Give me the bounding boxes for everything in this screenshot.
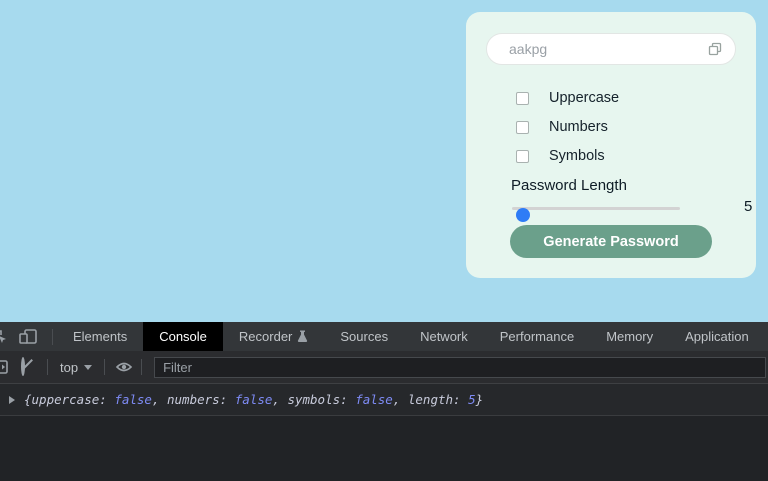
javascript-context-dropdown[interactable]: top [60, 360, 92, 375]
password-output-field[interactable] [486, 33, 736, 65]
option-row-symbols: Symbols [516, 148, 619, 164]
tab-elements[interactable]: Elements [57, 322, 143, 351]
tab-memory[interactable]: Memory [590, 322, 669, 351]
log-segment: , symbols: [272, 392, 355, 407]
slider-thumb[interactable] [516, 208, 530, 222]
password-length-slider-row: 5 [512, 200, 726, 216]
console-toolbar: top [0, 351, 768, 384]
console-filter-input[interactable] [154, 357, 766, 378]
tabbar-icons [0, 322, 48, 351]
numbers-checkbox[interactable] [516, 121, 529, 134]
log-segment: {uppercase: [24, 392, 114, 407]
log-segment: , numbers: [152, 392, 235, 407]
console-log-row: {uppercase: false, numbers: false, symbo… [0, 384, 768, 416]
copy-icon[interactable] [707, 41, 723, 57]
log-segment: 5 [468, 392, 476, 407]
tab-performance[interactable]: Performance [484, 322, 590, 351]
console-object-preview[interactable]: {uppercase: false, numbers: false, symbo… [24, 392, 483, 407]
log-segment: false [355, 392, 393, 407]
generate-password-button[interactable]: Generate Password [510, 225, 712, 258]
console-sidebar-icon[interactable] [0, 359, 9, 375]
option-row-uppercase: Uppercase [516, 90, 619, 106]
context-label: top [60, 360, 78, 375]
log-segment: } [476, 392, 484, 407]
tab-application[interactable]: Application [669, 322, 765, 351]
log-segment: false [235, 392, 273, 407]
tab-console-label: Console [159, 329, 207, 344]
expand-object-icon[interactable] [9, 396, 15, 404]
options-list: Uppercase Numbers Symbols [516, 90, 619, 177]
chevron-down-icon [84, 365, 92, 370]
tabbar-divider [52, 329, 53, 345]
inspect-element-icon[interactable] [0, 328, 10, 346]
uppercase-label: Uppercase [549, 90, 619, 106]
tab-network[interactable]: Network [404, 322, 484, 351]
slider-track[interactable] [512, 207, 680, 210]
tab-memory-label: Memory [606, 329, 653, 344]
device-toolbar-icon[interactable] [18, 328, 40, 346]
clear-console-icon[interactable] [21, 359, 37, 375]
flask-icon [297, 330, 308, 343]
uppercase-checkbox[interactable] [516, 92, 529, 105]
tab-network-label: Network [420, 329, 468, 344]
tab-elements-label: Elements [73, 329, 127, 344]
tab-recorder[interactable]: Recorder [223, 322, 324, 351]
tab-application-label: Application [685, 329, 749, 344]
log-segment: , length: [393, 392, 468, 407]
toolbar-divider-1 [47, 359, 48, 375]
password-field-wrap [486, 33, 736, 65]
symbols-label: Symbols [549, 148, 605, 164]
option-row-numbers: Numbers [516, 119, 619, 135]
devtools-tabs: Elements Console Recorder Sources Networ… [57, 322, 765, 351]
password-length-label: Password Length [511, 177, 627, 194]
log-segment: false [114, 392, 152, 407]
password-length-value: 5 [744, 198, 752, 215]
toolbar-divider-3 [141, 359, 142, 375]
screen: Uppercase Numbers Symbols Password Lengt… [0, 0, 768, 481]
tab-sources[interactable]: Sources [324, 322, 404, 351]
devtools-panel: Elements Console Recorder Sources Networ… [0, 322, 768, 481]
numbers-label: Numbers [549, 119, 608, 135]
devtools-tabbar: Elements Console Recorder Sources Networ… [0, 322, 768, 351]
toolbar-divider-2 [104, 359, 105, 375]
password-generator-card: Uppercase Numbers Symbols Password Lengt… [466, 12, 756, 278]
live-expression-eye-icon[interactable] [115, 359, 131, 375]
tab-sources-label: Sources [340, 329, 388, 344]
tab-recorder-label: Recorder [239, 329, 292, 344]
symbols-checkbox[interactable] [516, 150, 529, 163]
tab-console[interactable]: Console [143, 322, 223, 351]
tab-performance-label: Performance [500, 329, 574, 344]
